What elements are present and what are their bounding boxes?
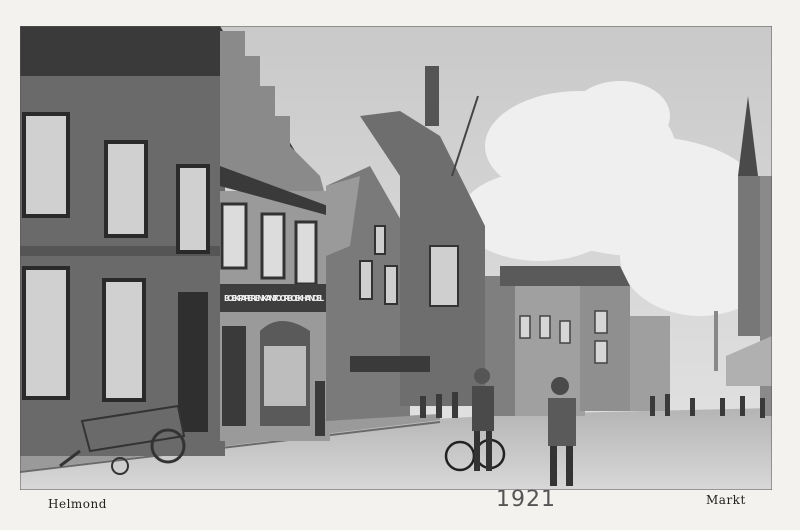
location-caption: Helmond bbox=[48, 497, 107, 511]
handwritten-year: 1921 bbox=[496, 487, 556, 512]
photo-svg: BOEK-PAPIER-EN KANTOORBOEKHANDEL bbox=[20, 26, 772, 490]
street-photograph: BOEK-PAPIER-EN KANTOORBOEKHANDEL bbox=[20, 26, 772, 490]
postcard: BOEK-PAPIER-EN KANTOORBOEKHANDEL Helmond… bbox=[0, 0, 800, 530]
shop-sign: BOEK-PAPIER-EN KANTOORBOEKHANDEL bbox=[224, 294, 324, 303]
place-caption: Markt bbox=[706, 493, 746, 507]
